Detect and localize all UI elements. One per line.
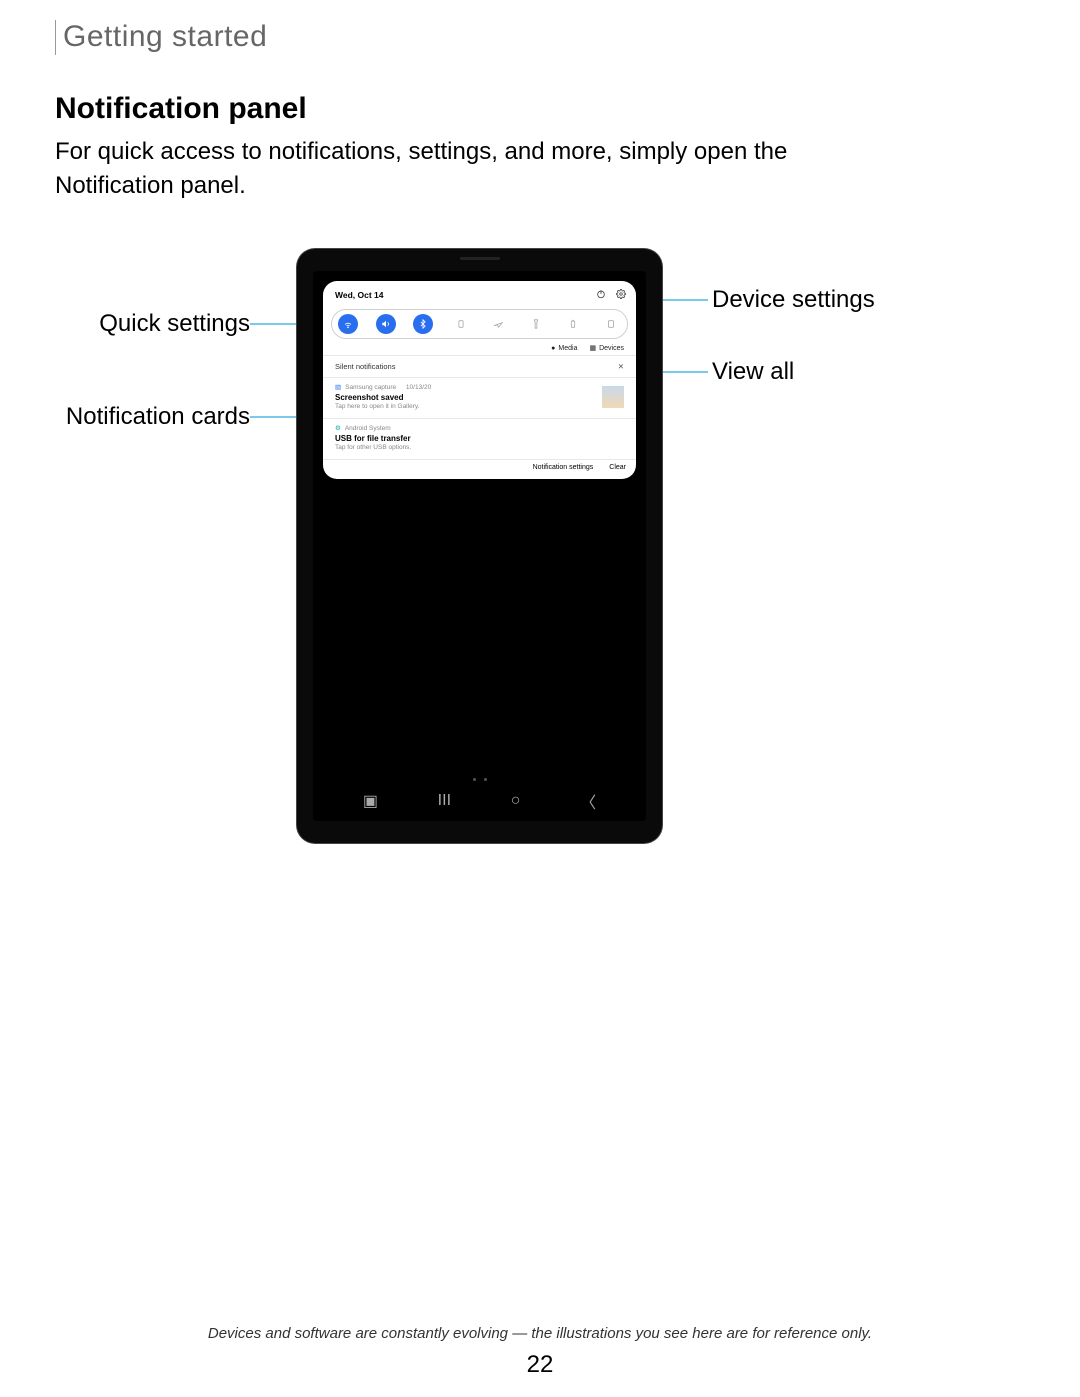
back-button[interactable]: 〈: [580, 789, 596, 813]
clear-button[interactable]: Clear: [609, 464, 626, 471]
screenshot-icon[interactable]: ▣: [363, 791, 378, 811]
notif-title: Screenshot saved: [335, 393, 624, 402]
tablet-screen: Wed, Oct 14: [313, 271, 646, 821]
notification-panel: Wed, Oct 14: [323, 281, 636, 479]
bluetooth-toggle[interactable]: [413, 314, 433, 334]
close-icon[interactable]: ✕: [618, 362, 624, 371]
panel-footer: Notification settings Clear: [323, 460, 636, 479]
notification-card[interactable]: ▧ Samsung capture 10/13/20 Screenshot sa…: [323, 378, 636, 418]
rotate-toggle[interactable]: [451, 314, 471, 334]
home-button[interactable]: ○: [511, 792, 521, 810]
wifi-toggle[interactable]: [338, 314, 358, 334]
media-link[interactable]: ● Media: [551, 344, 577, 352]
gear-icon[interactable]: [616, 289, 626, 301]
panel-header: Wed, Oct 14: [323, 281, 636, 309]
footnote: Devices and software are constantly evol…: [0, 1325, 1080, 1342]
silent-notifications-header: Silent notifications ✕: [323, 356, 636, 377]
nav-bar: ▣ III ○ 〈: [313, 789, 646, 813]
recents-button[interactable]: III: [438, 792, 451, 810]
devices-link[interactable]: ▦ Devices: [589, 344, 624, 352]
page-indicator: [473, 778, 487, 781]
tablet-frame: Wed, Oct 14: [297, 249, 662, 843]
notif-subtitle: Tap here to open it in Gallery.: [335, 403, 624, 410]
notification-settings-link[interactable]: Notification settings: [533, 464, 594, 471]
notification-card[interactable]: ⚙ Android System USB for file transfer T…: [323, 419, 636, 459]
quick-settings-sublinks: ● Media ▦ Devices: [323, 339, 636, 355]
notif-title: USB for file transfer: [335, 434, 624, 443]
extra-toggle[interactable]: [601, 314, 621, 334]
silent-label: Silent notifications: [335, 362, 395, 371]
sound-toggle[interactable]: [376, 314, 396, 334]
airplane-toggle[interactable]: [488, 314, 508, 334]
panel-date: Wed, Oct 14: [335, 290, 586, 300]
screenshot-thumbnail: [602, 386, 624, 408]
notif-subtitle: Tap for other USB options.: [335, 444, 624, 451]
flashlight-toggle[interactable]: [526, 314, 546, 334]
quick-settings-row: [323, 309, 636, 339]
power-saving-toggle[interactable]: [563, 314, 583, 334]
power-icon[interactable]: [596, 289, 606, 301]
page-number: 22: [0, 1351, 1080, 1379]
